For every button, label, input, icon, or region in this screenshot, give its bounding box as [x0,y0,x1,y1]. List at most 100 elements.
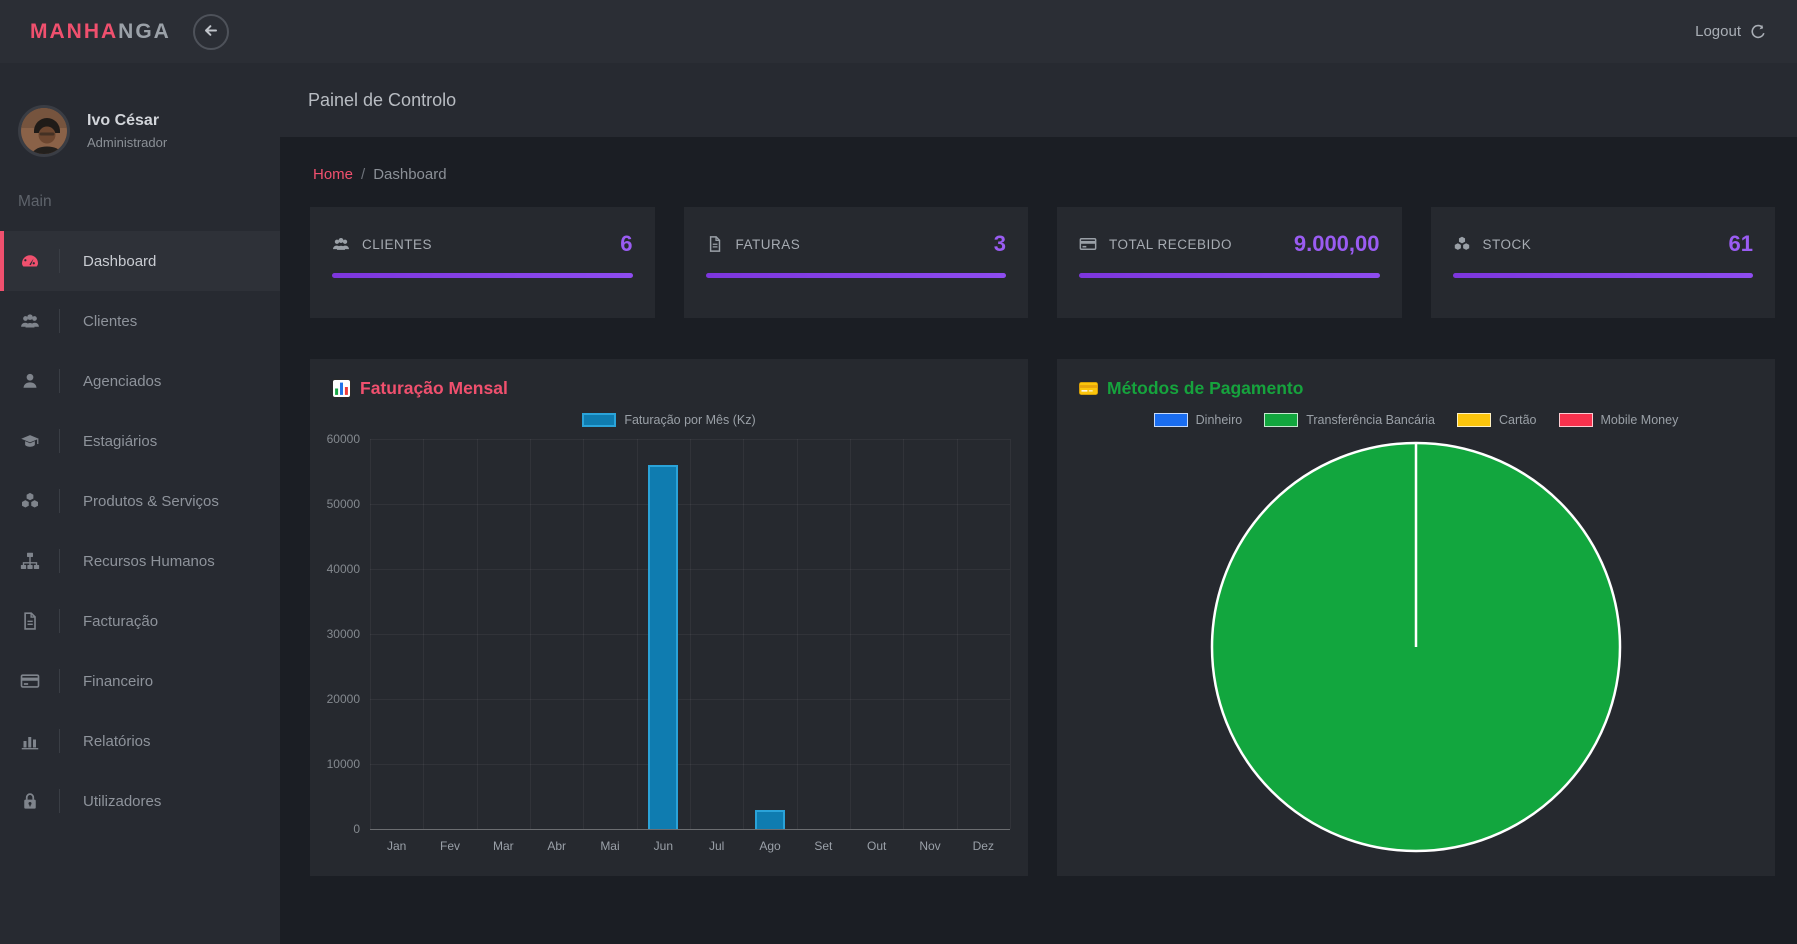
legend-item[interactable]: Mobile Money [1559,413,1679,427]
stat-value: 3 [994,231,1006,257]
legend-label: Transferência Bancária [1306,413,1435,427]
sidebar-item-utilizadores[interactable]: Utilizadores [0,771,280,831]
stat-label: TOTAL RECEBIDO [1109,237,1232,252]
legend-item[interactable]: Faturação por Mês (Kz) [582,413,755,427]
pie-chart-panel: Métodos de Pagamento Dinheiro Transferênc… [1057,359,1775,876]
sidebar: Ivo César Administrador Main Dashboard C… [0,63,280,944]
sidebar-item-facturacao[interactable]: Facturação [0,591,280,651]
y-axis-tick-label: 30000 [327,627,360,641]
users-icon [332,235,350,253]
stat-value: 9.000,00 [1294,231,1380,257]
graduation-cap-icon [20,431,40,451]
sidebar-item-recursos-humanos[interactable]: Recursos Humanos [0,531,280,591]
sidebar-toggle-button[interactable] [193,14,229,50]
sidebar-item-label: Utilizadores [83,793,161,810]
cubes-icon [20,491,40,511]
divider [59,249,60,273]
sidebar-item-label: Estagiários [83,433,157,450]
x-axis-tick-label: Set [797,839,850,853]
bar-chart-panel: Faturação Mensal Faturação por Mês (Kz) … [310,359,1028,876]
bar-chart-plot: 0100002000030000400005000060000JanFevMar… [370,439,1010,829]
sidebar-item-label: Produtos & Serviços [83,493,219,510]
breadcrumb-home-link[interactable]: Home [313,166,353,183]
legend-label: Faturação por Mês (Kz) [624,413,755,427]
bar-chart-bar[interactable] [755,810,785,830]
divider [59,369,60,393]
x-axis-tick-label: Dez [957,839,1010,853]
user-profile: Ivo César Administrador [0,63,280,157]
x-axis-tick-label: Jul [690,839,743,853]
x-axis-tick-label: Ago [743,839,796,853]
legend-swatch [582,413,616,427]
sidebar-item-agenciados[interactable]: Agenciados [0,351,280,411]
divider [59,609,60,633]
users-icon [20,311,40,331]
user-info: Ivo César Administrador [87,112,167,150]
x-axis-tick-label: Mai [583,839,636,853]
credit-card-icon [20,671,40,691]
stat-value: 61 [1729,231,1753,257]
charts-row: Faturação Mensal Faturação por Mês (Kz) … [310,359,1775,876]
content-area: Home/Dashboard CLIENTES 6 FATURAS 3 [280,137,1797,944]
legend-swatch [1264,413,1298,427]
grid-line-vertical [583,439,584,829]
sidebar-item-produtos-servicos[interactable]: Produtos & Serviços [0,471,280,531]
page-header: Painel de Controlo [280,63,1797,137]
accent-bar [1453,273,1754,278]
x-axis-tick-label: Mar [477,839,530,853]
legend-label: Dinheiro [1196,413,1243,427]
sidebar-item-label: Financeiro [83,673,153,690]
grid-line-vertical [690,439,691,829]
pie-chart-legend: Dinheiro Transferência Bancária Cartão Mobi… [1057,413,1775,427]
sidebar-item-clientes[interactable]: Clientes [0,291,280,351]
breadcrumb-current: Dashboard [373,166,446,183]
sidebar-item-label: Relatórios [83,733,151,750]
back-arrow-icon [202,22,219,42]
stat-value: 6 [620,231,632,257]
stats-row: CLIENTES 6 FATURAS 3 TOTAL RECEBIDO 9.00… [310,207,1775,318]
divider [59,549,60,573]
x-axis-tick-label: Abr [530,839,583,853]
legend-item[interactable]: Dinheiro [1154,413,1243,427]
sidebar-item-estagiarios[interactable]: Estagiários [0,411,280,471]
stat-label: CLIENTES [362,237,432,252]
logout-button[interactable]: Logout [1695,23,1767,40]
legend-swatch [1457,413,1491,427]
y-axis-tick-label: 10000 [327,757,360,771]
user-lock-icon [20,791,40,811]
sidebar-item-dashboard[interactable]: Dashboard [0,231,280,291]
grid-line-vertical [423,439,424,829]
divider [59,429,60,453]
brand-logo: MANHANGA [30,20,171,44]
bar-chart-title: Faturação Mensal [360,378,508,399]
page-title: Painel de Controlo [308,90,456,111]
stat-card-clientes: CLIENTES 6 [310,207,655,318]
divider [59,489,60,513]
x-axis-tick-label: Jun [637,839,690,853]
x-axis-tick-label: Fev [423,839,476,853]
main-area: Painel de Controlo Home / Dashboard CLIENT… [280,63,1797,944]
legend-item[interactable]: Transferência Bancária [1264,413,1435,427]
breadcrumb: Home / Dashboard [313,166,1772,183]
bar-chart-legend: Faturação por Mês (Kz) [310,413,1028,427]
grid-line-vertical [903,439,904,829]
logout-icon [1750,23,1767,40]
breadcrumb-separator: / [361,166,365,183]
stat-card-stock: STOCK 61 [1431,207,1776,318]
grid-line-vertical [957,439,958,829]
file-icon [20,611,40,631]
sidebar-item-financeiro[interactable]: Financeiro [0,651,280,711]
bar-chart-bar[interactable] [648,465,678,829]
y-axis-tick-label: 20000 [327,692,360,706]
legend-item[interactable]: Cartão [1457,413,1537,427]
sidebar-item-relatorios[interactable]: Relatórios [0,711,280,771]
x-axis-tick-label: Nov [903,839,956,853]
bar-chart-emoji-icon [332,379,351,398]
sidebar-item-label: Agenciados [83,373,161,390]
pie-chart-title: Métodos de Pagamento [1107,378,1303,399]
divider [59,789,60,813]
grid-line-vertical [637,439,638,829]
legend-label: Cartão [1499,413,1537,427]
gauge-icon [20,251,40,271]
grid-line-vertical [370,439,371,829]
